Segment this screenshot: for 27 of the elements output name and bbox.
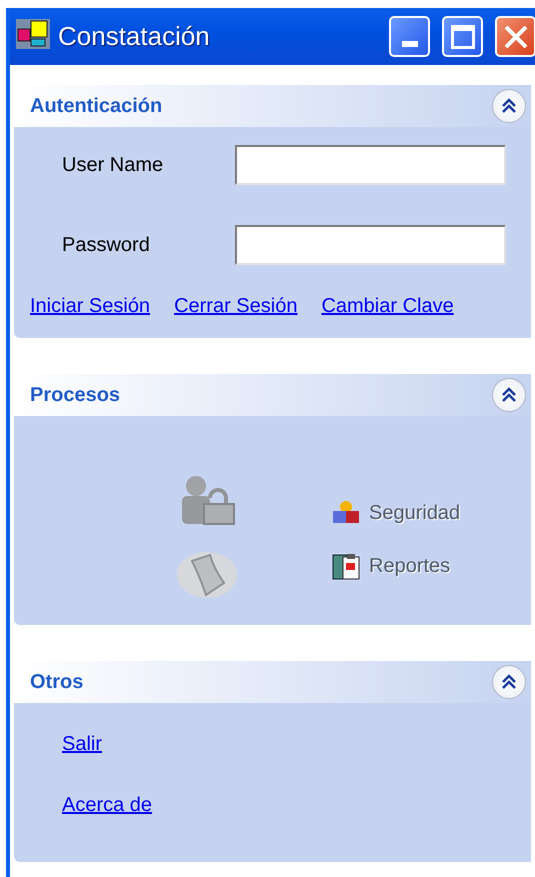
link[interactable]: Salir (62, 733, 102, 756)
task-link[interactable]: Reportes (241, 551, 531, 581)
close-button[interactable] (495, 16, 535, 57)
collapse-button[interactable] (492, 378, 526, 412)
field-label: User Name (61, 154, 164, 176)
link[interactable]: Cambiar Clave (321, 295, 454, 318)
task-link[interactable]: Seguridad (241, 500, 531, 526)
minimize-button[interactable] (389, 16, 430, 57)
password-field[interactable] (235, 225, 506, 265)
panel-title: Procesos (30, 384, 122, 406)
close-icon (502, 24, 528, 50)
collapse-button[interactable] (492, 665, 526, 699)
field-label: Password (61, 234, 151, 256)
link[interactable]: Cerrar Sesión (174, 295, 298, 318)
app-icon (16, 19, 50, 49)
link[interactable]: Iniciar Sesión (30, 295, 150, 318)
user-name-field[interactable] (235, 145, 506, 185)
panel-title: Autenticación (30, 94, 164, 118)
blocks-icon (331, 500, 361, 526)
window-title: Constatación (58, 21, 211, 52)
panel-title: Otros (30, 670, 84, 694)
maximize-icon (450, 24, 474, 48)
collapse-button[interactable] (492, 89, 526, 123)
link[interactable]: Acerca de (62, 794, 152, 817)
report-icon (331, 551, 361, 581)
maximize-button[interactable] (442, 16, 483, 57)
minimize-icon (402, 40, 418, 46)
